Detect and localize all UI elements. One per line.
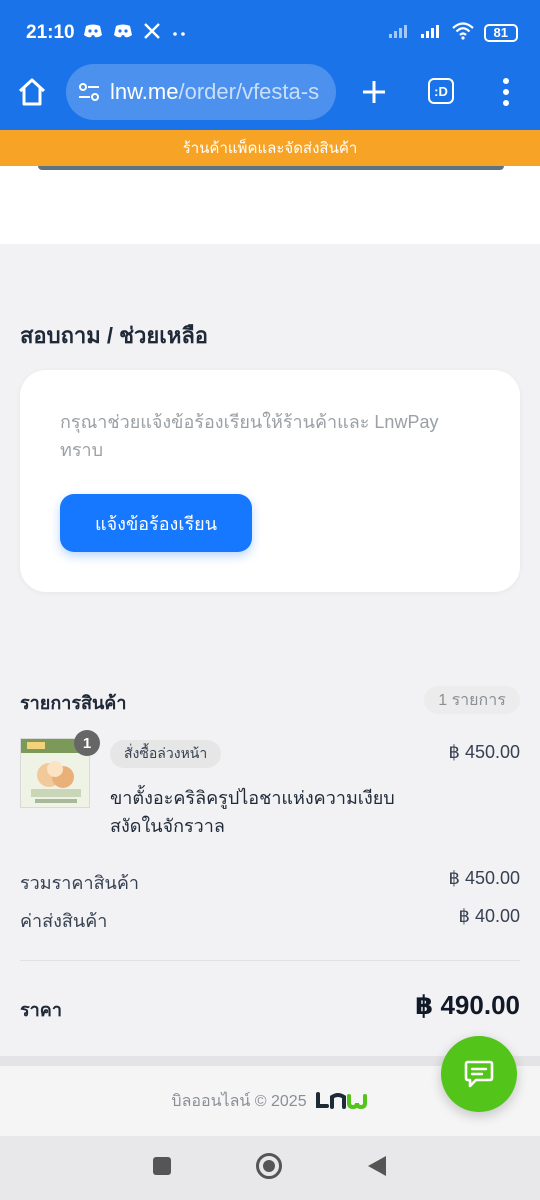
- home-button[interactable]: [0, 64, 64, 120]
- total-value: ฿ 490.00: [415, 990, 520, 1020]
- address-bar-row: lnw.me/order/vfesta-s :D: [0, 64, 540, 120]
- order-status-banner: ร้านค้าแพ็คและจัดส่งสินค้า: [0, 130, 540, 166]
- recents-icon: [152, 1156, 171, 1175]
- home-icon: [18, 78, 46, 106]
- quantity-badge: 1: [74, 730, 100, 756]
- discord-icon: [113, 23, 133, 44]
- preorder-tag: สั่งซื้อล่วงหน้า: [110, 740, 222, 768]
- signal-icon: [388, 23, 410, 44]
- previous-section: [0, 166, 540, 244]
- url-path: /order/vfesta-s: [178, 79, 320, 104]
- url-field[interactable]: lnw.me/order/vfesta-s: [66, 64, 336, 120]
- menu-dot: [503, 78, 509, 84]
- browser-menu-button[interactable]: [492, 72, 520, 112]
- chat-icon: [464, 1060, 494, 1088]
- tab-switcher-button[interactable]: :D: [428, 78, 454, 104]
- report-complaint-button[interactable]: แจ้งข้อร้องเรียน: [60, 494, 252, 552]
- battery-icon: 81: [483, 24, 518, 42]
- subtotal-value: ฿ 450.00: [448, 868, 520, 888]
- subtotal-row: รวมราคาสินค้า ฿ 450.00: [20, 868, 520, 897]
- url-host: lnw.me: [110, 79, 179, 104]
- new-tab-button[interactable]: [352, 68, 396, 116]
- recents-button[interactable]: [152, 1156, 172, 1181]
- browser-chrome: 21:10 81 lnw.me /order/vfesta-s:D: [0, 0, 540, 130]
- summary-divider: [20, 960, 520, 961]
- items-heading: รายการสินค้า: [20, 693, 127, 713]
- shipping-row: ค่าส่งสินค้า ฿ 40.00: [20, 906, 520, 935]
- home-circle-icon: [255, 1152, 282, 1179]
- wifi-icon: [451, 21, 474, 45]
- system-navigation-bar: [0, 1136, 540, 1200]
- shipping-label: ค่าส่งสินค้า: [20, 911, 108, 931]
- status-bar: 21:10 81: [0, 0, 540, 66]
- more-dots-icon: [171, 23, 187, 43]
- shipping-value: ฿ 40.00: [458, 906, 521, 926]
- subtotal-label: รวมราคาสินค้า: [20, 873, 140, 893]
- menu-dot: [503, 89, 509, 95]
- help-card: กรุณาช่วยแจ้งข้อร้องเรียนให้ร้านค้าและ L…: [20, 370, 520, 592]
- total-label: ราคา: [20, 1000, 62, 1020]
- footer-copyright: บิลออนไลน์ © 2025: [171, 1092, 307, 1110]
- menu-dot: [503, 100, 509, 106]
- lnw-logo: [315, 1092, 369, 1110]
- item-price: ฿ 450.00: [448, 742, 520, 762]
- site-settings-icon[interactable]: [78, 82, 100, 102]
- previous-section-edge: [38, 166, 504, 170]
- item-name[interactable]: ขาตั้งอะคริลิครูปไอชาแห่งความเงียบสงัดใน…: [110, 784, 400, 840]
- help-section-title: สอบถาม / ช่วยเหลือ: [20, 323, 209, 348]
- back-button[interactable]: [366, 1154, 388, 1183]
- help-description: กรุณาช่วยแจ้งข้อร้องเรียนให้ร้านค้าและ L…: [60, 412, 439, 460]
- x-icon: [143, 22, 161, 45]
- back-triangle-icon: [368, 1155, 387, 1176]
- discord-icon: [83, 23, 103, 44]
- status-time: 21:10: [26, 22, 75, 43]
- plus-icon: [363, 81, 385, 103]
- signal-icon: [420, 23, 442, 44]
- chat-button[interactable]: [441, 1036, 517, 1112]
- items-count-badge: 1 รายการ: [424, 686, 520, 714]
- home-nav-button[interactable]: [255, 1152, 283, 1185]
